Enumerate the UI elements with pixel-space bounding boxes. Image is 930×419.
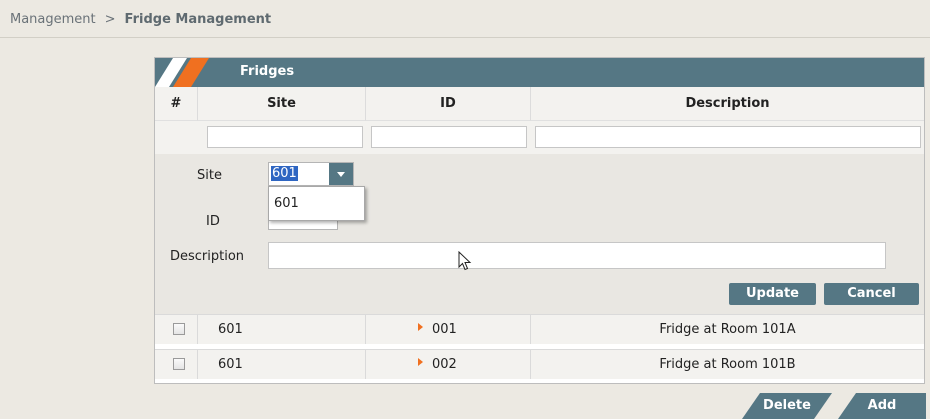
column-header-id[interactable]: ID bbox=[366, 87, 531, 121]
row-site: 601 bbox=[198, 315, 366, 344]
id-label: ID bbox=[206, 214, 220, 229]
update-button[interactable]: Update bbox=[729, 283, 816, 305]
breadcrumb-parent[interactable]: Management bbox=[10, 12, 96, 27]
column-header-number: # bbox=[155, 87, 198, 121]
panel-titlebar: Fridges bbox=[155, 58, 924, 87]
edit-form: Site 601 601 ID Description Update Cance… bbox=[155, 154, 924, 314]
site-dropdown-list: 601 bbox=[268, 186, 365, 221]
table-row[interactable]: 601 002 Fridge at Room 101B bbox=[155, 349, 924, 379]
description-input[interactable] bbox=[268, 242, 886, 269]
chevron-down-icon bbox=[337, 172, 345, 177]
delete-button[interactable]: Delete bbox=[742, 393, 832, 419]
row-description: Fridge at Room 101A bbox=[659, 322, 796, 337]
site-label: Site bbox=[197, 168, 222, 183]
filter-id-input[interactable] bbox=[371, 126, 527, 148]
column-header-site[interactable]: Site bbox=[198, 87, 366, 121]
delete-button-label: Delete bbox=[763, 398, 811, 413]
row-description: Fridge at Room 101B bbox=[659, 357, 796, 372]
row-id[interactable]: 001 bbox=[432, 322, 457, 337]
orange-stripe-icon bbox=[155, 58, 209, 87]
mouse-pointer-icon bbox=[458, 251, 472, 271]
site-select-value: 601 bbox=[271, 166, 298, 181]
add-button-label: Add bbox=[867, 398, 897, 413]
filter-description-input[interactable] bbox=[535, 126, 921, 148]
breadcrumb: Management > Fridge Management bbox=[0, 0, 930, 38]
column-header-description[interactable]: Description bbox=[531, 87, 924, 121]
fridges-panel: Fridges # Site ID Description Site 601 6… bbox=[154, 57, 925, 384]
panel-title: Fridges bbox=[240, 64, 295, 79]
row-checkbox[interactable] bbox=[173, 358, 185, 370]
caret-right-icon bbox=[418, 358, 423, 366]
row-id-cell: 002 bbox=[366, 350, 531, 379]
row-id-cell: 001 bbox=[366, 315, 531, 344]
row-checkbox[interactable] bbox=[173, 323, 185, 335]
site-select[interactable]: 601 bbox=[268, 162, 354, 186]
row-id[interactable]: 002 bbox=[432, 357, 457, 372]
breadcrumb-current: Fridge Management bbox=[124, 12, 272, 27]
site-option[interactable]: 601 bbox=[274, 196, 299, 211]
row-site: 601 bbox=[198, 350, 366, 379]
description-label: Description bbox=[170, 249, 245, 264]
filter-site-input[interactable] bbox=[207, 126, 363, 148]
table-row[interactable]: 601 001 Fridge at Room 101A bbox=[155, 314, 924, 344]
cancel-button[interactable]: Cancel bbox=[824, 283, 919, 305]
site-select-button[interactable] bbox=[329, 163, 353, 185]
caret-right-icon bbox=[418, 323, 423, 331]
breadcrumb-separator: > bbox=[104, 12, 116, 27]
add-button[interactable]: Add bbox=[838, 393, 926, 419]
